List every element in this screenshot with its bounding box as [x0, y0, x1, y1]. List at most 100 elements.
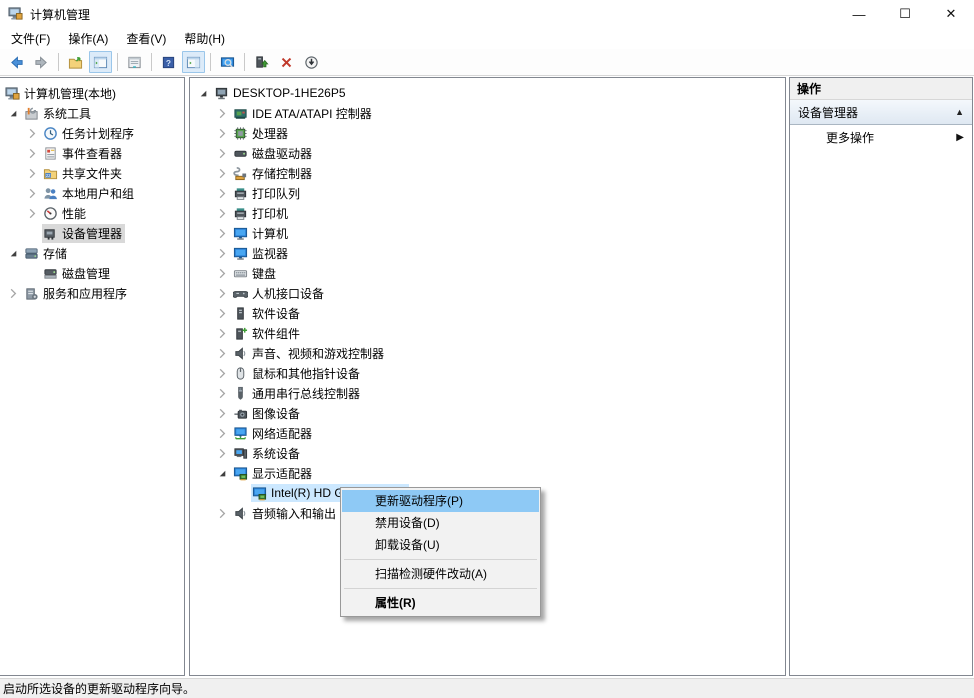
tree-item-device-manager[interactable]: 设备管理器: [0, 223, 184, 243]
back-arrow-button[interactable]: [5, 51, 28, 73]
chevron-collapsed-icon[interactable]: [213, 445, 232, 461]
tree-item-monitors[interactable]: 监视器: [190, 243, 785, 263]
display-adapter-icon: [232, 465, 249, 481]
forward-arrow-button[interactable]: [30, 51, 53, 73]
tree-item-processors[interactable]: 处理器: [190, 123, 785, 143]
tree-item-label: 系统设备: [249, 445, 300, 462]
tree-item-printers[interactable]: 打印机: [190, 203, 785, 223]
chevron-collapsed-icon[interactable]: [213, 225, 232, 241]
chevron-collapsed-icon[interactable]: [213, 365, 232, 381]
chevron-collapsed-icon[interactable]: [213, 185, 232, 201]
context-menu-item-properties[interactable]: 属性(R): [342, 592, 539, 614]
remote-computer-button[interactable]: [216, 51, 239, 73]
tree-item-display-adapters[interactable]: 显示适配器: [190, 463, 785, 483]
action-pane-toggle-button[interactable]: [182, 51, 205, 73]
close-button[interactable]: ✕: [928, 0, 974, 28]
menu-view[interactable]: 查看(V): [117, 28, 175, 49]
computer-mgmt-icon: [4, 85, 21, 101]
chevron-collapsed-icon[interactable]: [213, 305, 232, 321]
chevron-collapsed-icon[interactable]: [23, 205, 42, 221]
chevron-collapsed-icon[interactable]: [213, 385, 232, 401]
chevron-collapsed-icon[interactable]: [213, 285, 232, 301]
chevron-collapsed-icon[interactable]: [23, 145, 42, 161]
tree-item-desktop-root[interactable]: DESKTOP-1HE26P5: [190, 83, 785, 103]
chevron-expanded-icon[interactable]: [4, 245, 23, 261]
tree-item-disk-management[interactable]: 磁盘管理: [0, 263, 184, 283]
computer-mgmt-icon: [8, 6, 24, 22]
chevron-collapsed-icon[interactable]: [213, 425, 232, 441]
chevron-collapsed-icon[interactable]: [23, 185, 42, 201]
context-menu-item-scan-hardware-changes[interactable]: 扫描检测硬件改动(A): [342, 563, 539, 585]
console-tree-pane-button[interactable]: [89, 51, 112, 73]
chevron-collapsed-icon[interactable]: [213, 345, 232, 361]
chevron-expanded-icon[interactable]: [4, 105, 23, 121]
tree-item-shared-folders[interactable]: 22共享文件夹: [0, 163, 184, 183]
chevron-expanded-icon[interactable]: [194, 85, 213, 101]
tree-item-sound-video-game[interactable]: 声音、视频和游戏控制器: [190, 343, 785, 363]
tree-item-event-viewer[interactable]: 事件查看器: [0, 143, 184, 163]
chevron-collapsed-icon[interactable]: [213, 205, 232, 221]
menu-file[interactable]: 文件(F): [2, 28, 59, 49]
chevron-collapsed-icon[interactable]: [213, 125, 232, 141]
export-folder-button[interactable]: [64, 51, 87, 73]
tree-item-local-users-groups[interactable]: 本地用户和组: [0, 183, 184, 203]
tree-item-computer-management-local[interactable]: 计算机管理(本地): [0, 83, 184, 103]
printer-icon: [232, 205, 249, 221]
chevron-collapsed-icon[interactable]: [213, 405, 232, 421]
tree-item-usb-controllers[interactable]: 通用串行总线控制器: [190, 383, 785, 403]
tree-item-label: 磁盘驱动器: [249, 145, 312, 162]
update-driver-button[interactable]: [250, 51, 273, 73]
chevron-collapsed-icon[interactable]: [213, 265, 232, 281]
chevron-collapsed-icon[interactable]: [4, 285, 23, 301]
uninstall-device-button[interactable]: [275, 51, 298, 73]
menu-action[interactable]: 操作(A): [59, 28, 117, 49]
disable-device-button[interactable]: [300, 51, 323, 73]
tree-item-software-components[interactable]: 软件组件: [190, 323, 785, 343]
chevron-collapsed-icon[interactable]: [23, 125, 42, 141]
help-button[interactable]: ?: [157, 51, 180, 73]
tree-item-storage-controllers[interactable]: 存储控制器: [190, 163, 785, 183]
tree-item-software-devices[interactable]: 软件设备: [190, 303, 785, 323]
context-menu-separator: [344, 559, 537, 560]
chevron-collapsed-icon[interactable]: [213, 325, 232, 341]
tree-item-computer[interactable]: 计算机: [190, 223, 785, 243]
tree-item-task-scheduler[interactable]: 任务计划程序: [0, 123, 184, 143]
chevron-collapsed-icon[interactable]: [213, 245, 232, 261]
tree-item-imaging-devices[interactable]: 图像设备: [190, 403, 785, 423]
chevron-collapsed-icon[interactable]: [213, 505, 232, 521]
tree-item-system-devices[interactable]: 系统设备: [190, 443, 785, 463]
actions-section-device-manager[interactable]: 设备管理器 ▲: [790, 100, 972, 125]
tree-item-services-applications[interactable]: 服务和应用程序: [0, 283, 184, 303]
collapse-caret-icon[interactable]: ▲: [955, 107, 964, 117]
chevron-collapsed-icon[interactable]: [213, 165, 232, 181]
tree-item-print-queues[interactable]: 打印队列: [190, 183, 785, 203]
performance-icon: [42, 205, 59, 221]
update-driver-icon: [254, 55, 269, 70]
maximize-button[interactable]: ☐: [882, 0, 928, 28]
system-tools-icon: [23, 105, 40, 121]
tree-item-disk-drives[interactable]: 磁盘驱动器: [190, 143, 785, 163]
tree-item-system-tools[interactable]: 系统工具: [0, 103, 184, 123]
tree-item-ide-controllers[interactable]: IDE ATA/ATAPI 控制器: [190, 103, 785, 123]
chevron-spacer: [23, 265, 42, 281]
tree-item-storage[interactable]: 存储: [0, 243, 184, 263]
chevron-collapsed-icon[interactable]: [213, 105, 232, 121]
uninstall-device-icon: [279, 55, 294, 70]
properties-window-button[interactable]: [123, 51, 146, 73]
context-menu-item-uninstall-device[interactable]: 卸载设备(U): [342, 534, 539, 556]
minimize-button[interactable]: —: [836, 0, 882, 28]
menu-help[interactable]: 帮助(H): [175, 28, 234, 49]
chevron-expanded-icon[interactable]: [213, 465, 232, 481]
chevron-collapsed-icon[interactable]: [23, 165, 42, 181]
tree-item-label: 声音、视频和游戏控制器: [249, 345, 384, 362]
more-actions-item[interactable]: 更多操作 ▶: [790, 125, 972, 149]
context-menu-item-update-driver[interactable]: 更新驱动程序(P): [342, 490, 539, 512]
tree-item-hid-devices[interactable]: 人机接口设备: [190, 283, 785, 303]
tree-item-network-adapters[interactable]: 网络适配器: [190, 423, 785, 443]
chevron-collapsed-icon[interactable]: [213, 145, 232, 161]
more-actions-label: 更多操作: [826, 129, 956, 146]
tree-item-keyboards[interactable]: 键盘: [190, 263, 785, 283]
tree-item-mice-pointing[interactable]: 鼠标和其他指针设备: [190, 363, 785, 383]
tree-item-performance[interactable]: 性能: [0, 203, 184, 223]
context-menu-item-disable-device[interactable]: 禁用设备(D): [342, 512, 539, 534]
